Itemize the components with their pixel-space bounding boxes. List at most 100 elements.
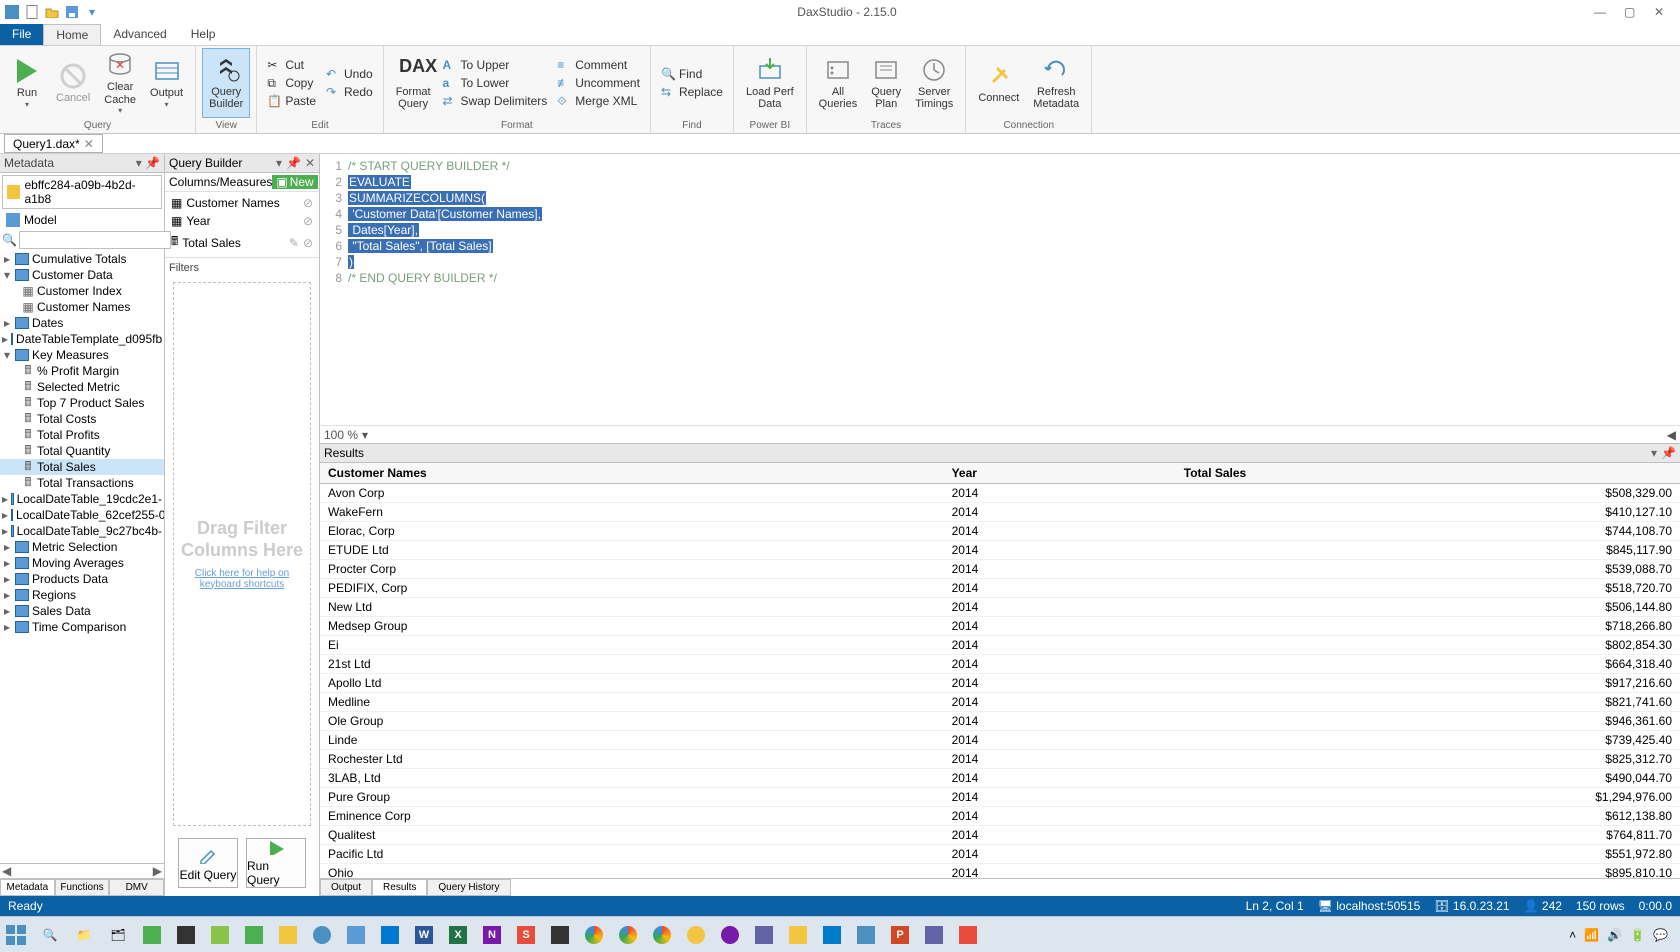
table-row[interactable]: Apollo Ltd2014$917,216.60 <box>320 674 1680 693</box>
tree-table[interactable]: ▸Cumulative Totals <box>0 251 164 267</box>
query-builder-button[interactable]: Query Builder <box>202 48 250 118</box>
table-row[interactable]: Elorac, Corp2014$744,108.70 <box>320 522 1680 541</box>
twisty-icon[interactable]: ▸ <box>2 508 8 522</box>
zoom-dropdown-icon[interactable]: ▾ <box>362 428 368 442</box>
start-button[interactable] <box>4 923 28 947</box>
folder-icon[interactable]: 🗂 <box>106 923 130 947</box>
table-row[interactable]: ETUDE Ltd2014$845,117.90 <box>320 541 1680 560</box>
tray-chevron-icon[interactable]: ˄ <box>1569 928 1576 942</box>
database-selector[interactable]: ebffc284-a09b-4b2d-a1b8 <box>2 175 162 209</box>
output-tab[interactable]: Output <box>320 879 372 896</box>
table-row[interactable]: WakeFern2014$410,127.10 <box>320 503 1680 522</box>
remove-icon[interactable]: ⊘ <box>303 214 313 228</box>
server-timings-button[interactable]: Server Timings <box>909 48 959 118</box>
table-row[interactable]: Qualitest2014$764,811.70 <box>320 826 1680 845</box>
replace-button[interactable]: ⇆Replace <box>657 84 727 100</box>
tree-column[interactable]: ▦Customer Index <box>0 283 164 299</box>
app11-icon[interactable] <box>786 923 810 947</box>
metadata-tab[interactable]: Metadata <box>0 879 55 896</box>
metadata-pin-icon[interactable]: ▾ 📌 <box>136 156 160 170</box>
tree-table[interactable]: ▸LocalDateTable_19cdc2e1- <box>0 491 164 507</box>
output-button[interactable]: Output▾ <box>144 48 189 118</box>
word-icon[interactable]: W <box>412 923 436 947</box>
tree-table[interactable]: ▸Sales Data <box>0 603 164 619</box>
format-query-button[interactable]: DAXFormat Query <box>390 48 437 118</box>
filter-drop-zone[interactable]: Drag Filter Columns Here Click here for … <box>173 282 311 826</box>
edge-icon[interactable] <box>310 923 334 947</box>
code-editor[interactable]: 1/* START QUERY BUILDER */2EVALUATE3SUMM… <box>320 154 1680 425</box>
app6-icon[interactable] <box>344 923 368 947</box>
minimize-button[interactable]: — <box>1594 5 1608 19</box>
load-perf-button[interactable]: Load Perf Data <box>740 48 800 118</box>
tree-column[interactable]: ▦Customer Names <box>0 299 164 315</box>
twisty-icon[interactable]: ▸ <box>2 556 12 570</box>
search-metadata-icon[interactable]: 🔍 <box>2 231 17 249</box>
qb-dropdown-icon[interactable]: ▾ <box>276 156 282 170</box>
excel-icon[interactable]: X <box>446 923 470 947</box>
explorer-icon[interactable]: 📁 <box>72 923 96 947</box>
results-grid[interactable]: Customer NamesYearTotal SalesAvon Corp20… <box>320 463 1680 878</box>
comment-button[interactable]: ≡Comment <box>553 57 644 73</box>
tree-table[interactable]: ▸Metric Selection <box>0 539 164 555</box>
swap-delim-button[interactable]: ⇄Swap Delimiters <box>439 93 552 109</box>
chrome2-icon[interactable] <box>616 923 640 947</box>
app1-icon[interactable] <box>140 923 164 947</box>
tree-table[interactable]: ▸Products Data <box>0 571 164 587</box>
table-row[interactable]: Ei2014$802,854.30 <box>320 636 1680 655</box>
save-icon[interactable] <box>64 4 80 20</box>
powerpoint-icon[interactable]: P <box>888 923 912 947</box>
tray-volume-icon[interactable]: 🔊 <box>1607 928 1622 942</box>
keyboard-help-link[interactable]: Click here for help on keyboard shortcut… <box>174 568 310 590</box>
table-row[interactable]: Linde2014$739,425.40 <box>320 731 1680 750</box>
home-tab[interactable]: Home <box>43 24 101 45</box>
edit-icon[interactable]: ✎ <box>289 236 299 250</box>
model-row[interactable]: Model <box>0 211 164 229</box>
table-row[interactable]: Procter Corp2014$539,088.70 <box>320 560 1680 579</box>
twisty-icon[interactable]: ▾ <box>2 268 12 282</box>
twisty-icon[interactable]: ▸ <box>2 588 12 602</box>
tree-table[interactable]: ▸Dates <box>0 315 164 331</box>
table-row[interactable]: Medline2014$821,741.60 <box>320 693 1680 712</box>
table-row[interactable]: Pure Group2014$1,294,976.00 <box>320 788 1680 807</box>
vscode-icon[interactable] <box>820 923 844 947</box>
file-tab[interactable]: File <box>0 24 43 45</box>
app9-icon[interactable] <box>684 923 708 947</box>
to-upper-button[interactable]: ATo Upper <box>439 57 552 73</box>
new-file-icon[interactable] <box>24 4 40 20</box>
table-row[interactable]: 3LAB, Ltd2014$490,044.70 <box>320 769 1680 788</box>
copy-button[interactable]: ⧉Copy <box>263 75 320 91</box>
app8-icon[interactable] <box>548 923 572 947</box>
to-lower-button[interactable]: aTo Lower <box>439 75 552 91</box>
tree-table[interactable]: ▾Customer Data <box>0 267 164 283</box>
cm-item[interactable]: ▦Year⊘ <box>167 212 317 230</box>
table-row[interactable]: Medsep Group2014$718,266.80 <box>320 617 1680 636</box>
table-row[interactable]: Ole Group2014$946,361.60 <box>320 712 1680 731</box>
cm-item[interactable]: ▦Customer Names⊘ <box>167 194 317 212</box>
query-plan-button[interactable]: Query Plan <box>865 48 907 118</box>
uncomment-button[interactable]: ≢Uncomment <box>553 75 644 91</box>
table-row[interactable]: New Ltd2014$506,144.80 <box>320 598 1680 617</box>
twisty-icon[interactable]: ▸ <box>2 604 12 618</box>
scroll-right-icon[interactable]: ▶ <box>153 864 162 878</box>
app12-icon[interactable] <box>922 923 946 947</box>
redo-button[interactable]: ↷Redo <box>322 84 377 100</box>
app5-icon[interactable] <box>276 923 300 947</box>
scroll-left-icon[interactable]: ◀ <box>2 864 11 878</box>
qb-pin-icon[interactable]: 📌 <box>286 156 301 170</box>
paste-button[interactable]: 📋Paste <box>263 93 320 109</box>
qb-close-icon[interactable]: ✕ <box>305 156 315 170</box>
close-tab-icon[interactable]: ✕ <box>84 137 94 151</box>
twisty-icon[interactable]: ▸ <box>2 492 8 506</box>
tree-measure[interactable]: 🖩Total Transactions <box>0 475 164 491</box>
maximize-button[interactable]: ▢ <box>1624 5 1638 19</box>
remove-icon[interactable]: ⊘ <box>303 196 313 210</box>
camtasia-icon[interactable] <box>956 923 980 947</box>
clear-cache-button[interactable]: ✕Clear Cache▾ <box>98 48 142 118</box>
cancel-button[interactable]: Cancel <box>50 48 96 118</box>
cut-button[interactable]: ✂Cut <box>263 57 320 73</box>
table-row[interactable]: Ohio2014$895,810.10 <box>320 864 1680 879</box>
app3-icon[interactable] <box>208 923 232 947</box>
qat-dropdown-icon[interactable]: ▾ <box>84 4 100 20</box>
doc-tab-query1[interactable]: Query1.dax*✕ <box>4 134 103 153</box>
advanced-tab[interactable]: Advanced <box>101 24 178 45</box>
